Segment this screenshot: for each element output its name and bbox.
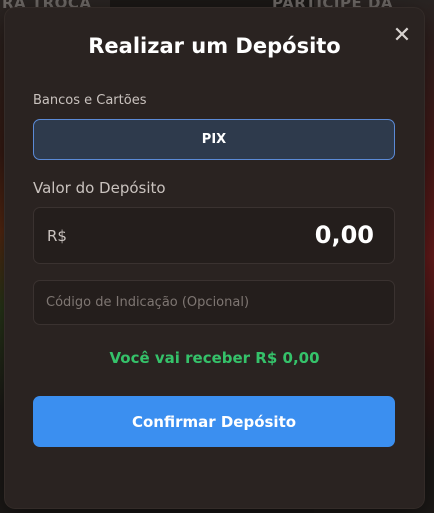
deposit-amount-input[interactable] <box>174 221 374 249</box>
modal-title: Realizar um Depósito <box>88 34 341 58</box>
confirm-deposit-label: Confirmar Depósito <box>131 412 297 431</box>
receive-amount-text: Você vai receber R$ 0,00 <box>109 349 320 367</box>
deposit-modal: ✕ Realizar um Depósito Bancos e Cartões … <box>5 8 424 508</box>
referral-code-input[interactable] <box>46 281 386 324</box>
deposit-value-label: Valor do Depósito <box>33 179 166 197</box>
pix-payment-label: PIX <box>201 132 227 147</box>
referral-code-field[interactable] <box>33 280 395 325</box>
confirm-deposit-button[interactable]: Confirmar Depósito <box>33 396 395 447</box>
banks-cards-label: Bancos e Cartões <box>33 93 147 108</box>
deposit-amount-field[interactable]: R$ <box>33 207 395 264</box>
pix-payment-button[interactable]: PIX <box>33 119 395 160</box>
currency-label: R$ <box>47 227 67 245</box>
